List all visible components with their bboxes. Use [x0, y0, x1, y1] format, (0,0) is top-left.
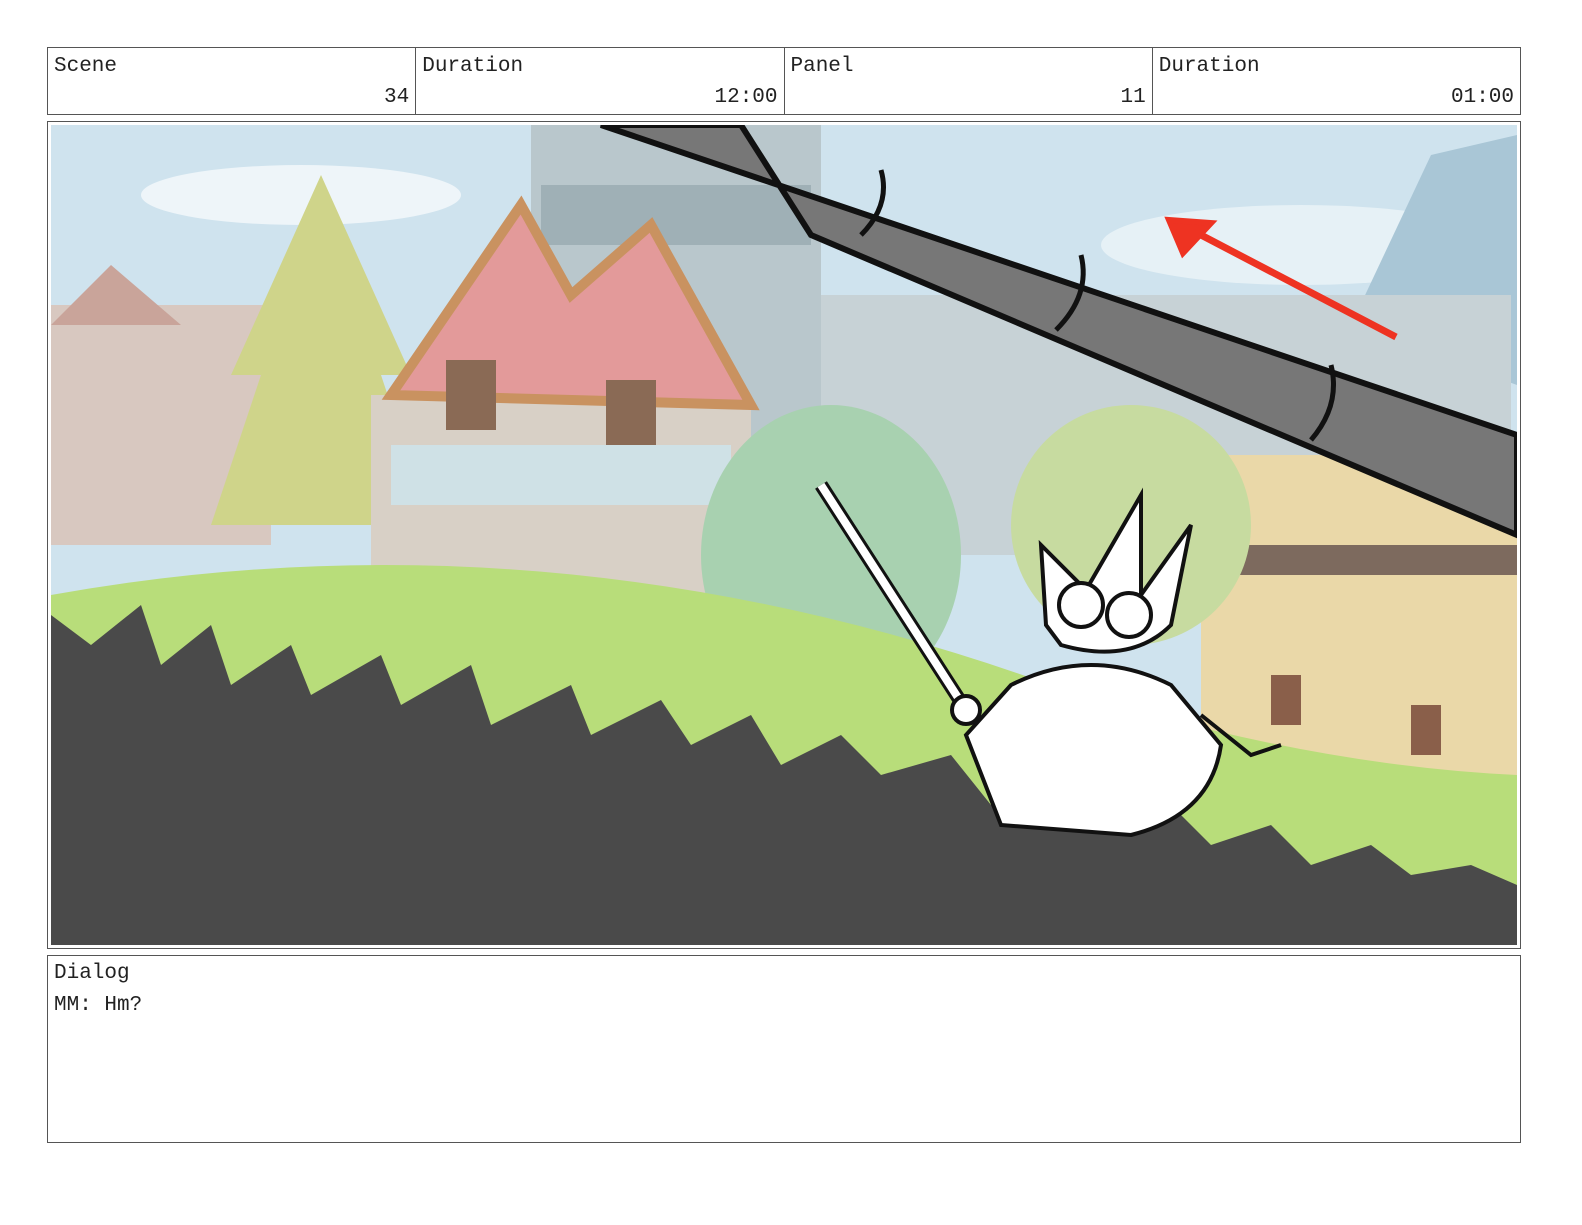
- scene-cell: Scene 34: [48, 48, 417, 114]
- window: [606, 380, 656, 450]
- tower-timber: [541, 185, 811, 245]
- dialog-text: MM: Hm?: [54, 994, 143, 1017]
- shop-window: [391, 445, 731, 505]
- dialog-label: Dialog: [54, 962, 130, 985]
- scene-label: Scene: [54, 55, 118, 78]
- scene-number: 34: [384, 86, 410, 109]
- dialog-box: Dialog MM: Hm?: [47, 955, 1521, 1143]
- panel-duration-value: 01:00: [1450, 86, 1514, 109]
- character-hand: [950, 694, 982, 726]
- panel-cell: Panel 11: [785, 48, 1153, 114]
- cloud: [141, 165, 461, 225]
- right-eye: [1105, 591, 1153, 639]
- panel-info-header: Scene 34 Duration 12:00 Panel 11 Duratio…: [47, 47, 1521, 115]
- scene-duration-value: 12:00: [714, 86, 778, 109]
- storyboard-drawing: [51, 125, 1517, 945]
- panel-duration-cell: Duration 01:00: [1153, 48, 1520, 114]
- panel-number: 11: [1120, 86, 1146, 109]
- panel-duration-label: Duration: [1158, 55, 1260, 78]
- window: [1271, 675, 1301, 725]
- storyboard-panel: [47, 121, 1521, 949]
- scene-duration-label: Duration: [422, 55, 524, 78]
- panel-label: Panel: [790, 55, 854, 78]
- scene-duration-cell: Duration 12:00: [416, 48, 785, 114]
- window: [1411, 705, 1441, 755]
- window: [446, 360, 496, 430]
- left-eye: [1057, 581, 1105, 629]
